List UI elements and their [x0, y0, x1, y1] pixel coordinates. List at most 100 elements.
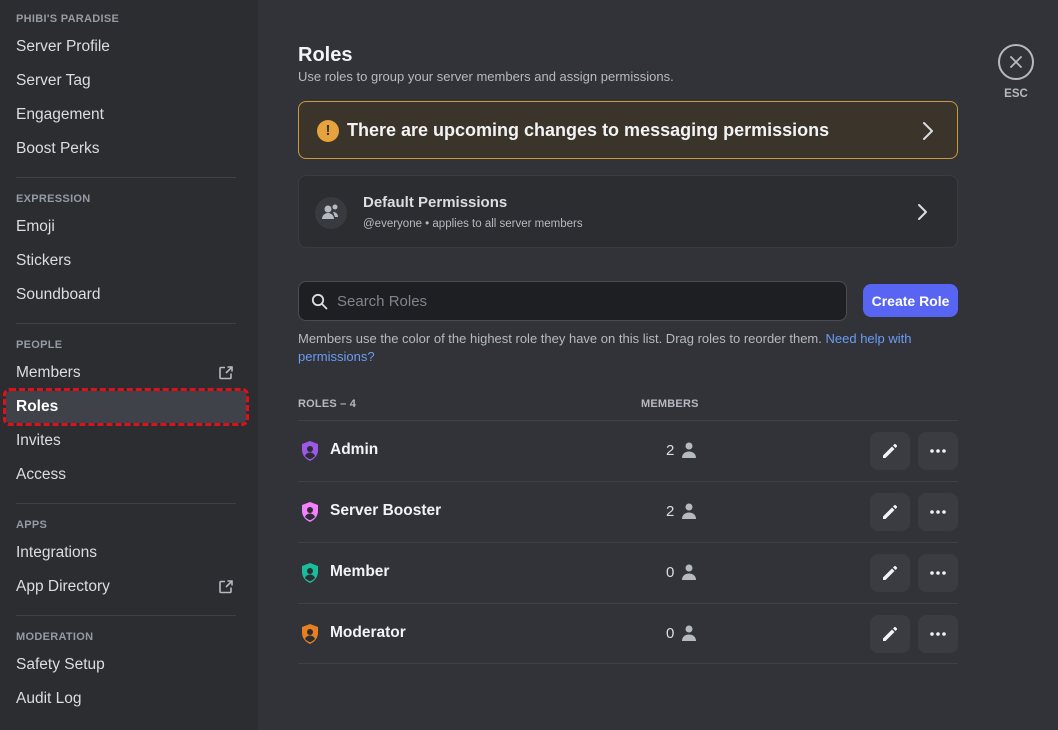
person-icon: [682, 442, 696, 458]
default-permissions-card[interactable]: Default Permissions @everyone • applies …: [298, 175, 958, 248]
chevron-right-icon: [918, 204, 927, 220]
role-member-count: 0: [666, 564, 675, 581]
sidebar-item-soundboard[interactable]: Soundboard: [6, 279, 246, 311]
sidebar-item-audit-log[interactable]: Audit Log: [6, 683, 246, 715]
settings-sidebar: PHIBI'S PARADISE Server Profile Server T…: [0, 0, 258, 730]
person-icon: [682, 564, 696, 580]
default-permissions-title: Default Permissions: [363, 194, 508, 211]
sidebar-item-label: Server Profile: [16, 38, 110, 55]
warning-icon: !: [317, 120, 339, 142]
help-text-body: Members use the color of the highest rol…: [298, 331, 822, 346]
sidebar-item-label: App Directory: [16, 578, 110, 595]
more-options-button[interactable]: [918, 554, 958, 592]
sidebar-item-label: Safety Setup: [16, 656, 105, 673]
sidebar-item-label: Engagement: [16, 106, 104, 123]
sidebar-item-label: Boost Perks: [16, 140, 100, 157]
close-settings-button[interactable]: ESC: [997, 44, 1035, 100]
more-options-button[interactable]: [918, 615, 958, 653]
search-input[interactable]: [337, 282, 837, 320]
role-shield-icon: [302, 563, 318, 583]
sidebar-item-engagement[interactable]: Engagement: [6, 99, 246, 131]
role-shield-icon: [302, 502, 318, 522]
permissions-notice-banner[interactable]: ! There are upcoming changes to messagin…: [298, 101, 958, 159]
role-member-count: 2: [666, 442, 675, 459]
sidebar-item-label: Stickers: [16, 252, 72, 269]
section-header-moderation: MODERATION: [16, 631, 94, 643]
person-icon: [682, 503, 696, 519]
section-header-apps: APPS: [16, 519, 48, 531]
sidebar-item-roles[interactable]: Roles: [3, 388, 249, 426]
sidebar-item-safety-setup[interactable]: Safety Setup: [6, 649, 246, 681]
sidebar-item-label: Soundboard: [16, 286, 101, 303]
role-row-member[interactable]: Member 0: [298, 542, 958, 603]
role-name: Moderator: [330, 624, 406, 641]
edit-role-button[interactable]: [870, 615, 910, 653]
more-options-button[interactable]: [918, 432, 958, 470]
more-options-button[interactable]: [918, 493, 958, 531]
role-row-server-booster[interactable]: Server Booster 2: [298, 481, 958, 542]
role-shield-icon: [302, 624, 318, 644]
section-header-server: PHIBI'S PARADISE: [16, 13, 120, 25]
pencil-icon: [883, 504, 898, 519]
role-name: Server Booster: [330, 502, 442, 519]
create-role-button[interactable]: Create Role: [863, 284, 958, 317]
sidebar-item-integrations[interactable]: Integrations: [6, 537, 246, 569]
notice-text: There are upcoming changes to messaging …: [347, 120, 830, 140]
roles-help-text: Members use the color of the highest rol…: [298, 330, 958, 366]
default-permissions-subtitle: @everyone • applies to all server member…: [363, 218, 583, 230]
section-header-expression: EXPRESSION: [16, 193, 91, 205]
role-name: Member: [330, 563, 390, 580]
role-row-moderator[interactable]: Moderator 0: [298, 603, 958, 664]
page-title: Roles: [298, 44, 353, 66]
role-member-count: 0: [666, 625, 675, 642]
sidebar-item-members[interactable]: Members: [6, 357, 246, 389]
sidebar-item-boost-perks[interactable]: Boost Perks: [6, 133, 246, 165]
person-icon: [682, 625, 696, 641]
sidebar-item-emoji[interactable]: Emoji: [6, 211, 246, 243]
ellipsis-icon: [930, 449, 946, 453]
sidebar-item-label: Members: [16, 364, 81, 381]
sidebar-item-label: Integrations: [16, 544, 97, 561]
search-roles-field[interactable]: [298, 281, 847, 321]
sidebar-item-label: Audit Log: [16, 690, 82, 707]
role-name: Admin: [330, 441, 379, 458]
sidebar-item-server-profile[interactable]: Server Profile: [6, 31, 246, 63]
pencil-icon: [883, 443, 898, 458]
edit-role-button[interactable]: [870, 432, 910, 470]
members-group-icon: [315, 197, 347, 229]
sidebar-divider: [16, 615, 236, 616]
sidebar-item-access[interactable]: Access: [6, 459, 246, 491]
sidebar-divider: [16, 503, 236, 504]
edit-role-button[interactable]: [870, 493, 910, 531]
esc-label: ESC: [1004, 88, 1028, 100]
sidebar-item-stickers[interactable]: Stickers: [6, 245, 246, 277]
members-column-header: MEMBERS: [641, 398, 699, 410]
section-header-people: PEOPLE: [16, 339, 63, 351]
sidebar-item-label: Server Tag: [16, 72, 91, 89]
external-link-icon: [219, 580, 233, 594]
ellipsis-icon: [930, 510, 946, 514]
sidebar-item-label: Emoji: [16, 218, 55, 235]
sidebar-item-server-tag[interactable]: Server Tag: [6, 65, 246, 97]
sidebar-item-label: Invites: [16, 432, 61, 449]
sidebar-item-label: Roles: [16, 398, 59, 415]
sidebar-content: PHIBI'S PARADISE Server Profile Server T…: [3, 0, 249, 717]
role-row-admin[interactable]: Admin 2: [298, 420, 958, 481]
close-icon: [1010, 56, 1022, 68]
sidebar-divider: [16, 177, 236, 178]
sidebar-item-app-directory[interactable]: App Directory: [6, 571, 246, 603]
ellipsis-icon: [930, 632, 946, 636]
external-link-icon: [219, 366, 233, 380]
search-icon: [311, 293, 328, 310]
roles-list: Admin 2 Server Booster 2 Member 0 Modera…: [298, 420, 958, 664]
roles-column-header: ROLES – 4: [298, 398, 357, 410]
edit-role-button[interactable]: [870, 554, 910, 592]
page-subtitle: Use roles to group your server members a…: [298, 69, 674, 84]
sidebar-item-label: Access: [16, 466, 66, 483]
pencil-icon: [883, 626, 898, 641]
sidebar-divider: [16, 323, 236, 324]
close-circle[interactable]: [998, 44, 1034, 80]
role-member-count: 2: [666, 503, 675, 520]
pencil-icon: [883, 565, 898, 580]
sidebar-item-invites[interactable]: Invites: [6, 425, 246, 457]
